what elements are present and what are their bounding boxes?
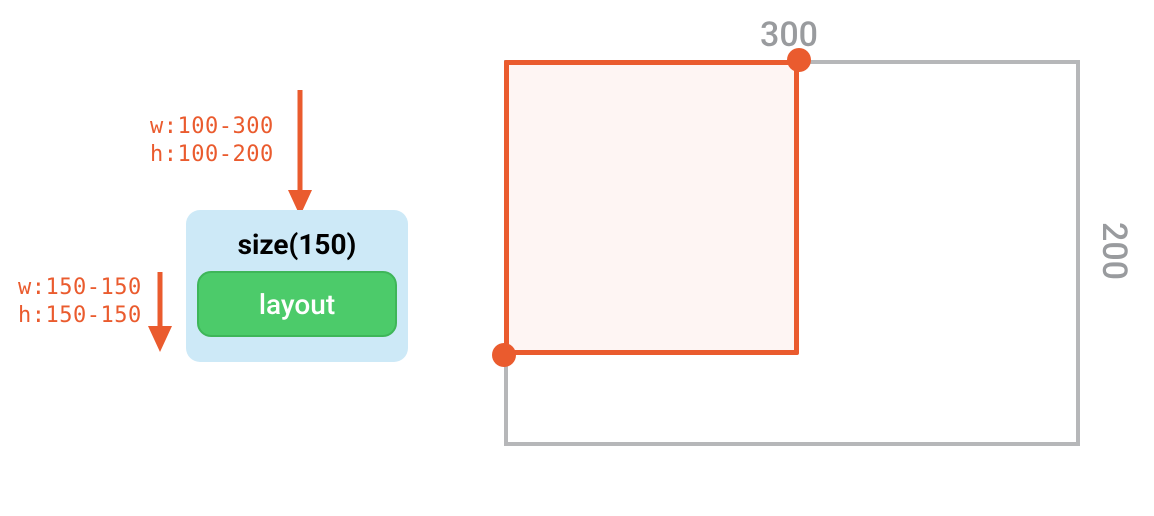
max-height-label: 200 xyxy=(1094,222,1134,280)
incoming-arrow-icon xyxy=(280,90,320,220)
outgoing-w: w:150-150 xyxy=(18,275,142,300)
outgoing-arrow-icon xyxy=(140,272,180,356)
size-modifier-node: size(150) layout xyxy=(186,210,408,362)
result-size-box xyxy=(504,60,799,355)
child-layout-label: layout xyxy=(259,288,335,321)
incoming-constraint-label: w:100-300 h:100-200 xyxy=(150,113,274,168)
constraint-dot-bottom xyxy=(492,343,516,367)
incoming-h: h:100-200 xyxy=(150,142,274,167)
child-layout-node: layout xyxy=(197,271,397,337)
incoming-w: w:100-300 xyxy=(150,114,274,139)
node-title: size(150) xyxy=(238,218,357,271)
max-width-label: 300 xyxy=(760,15,818,55)
outgoing-constraint-label: w:150-150 h:150-150 xyxy=(18,274,142,329)
outgoing-h: h:150-150 xyxy=(18,303,142,328)
